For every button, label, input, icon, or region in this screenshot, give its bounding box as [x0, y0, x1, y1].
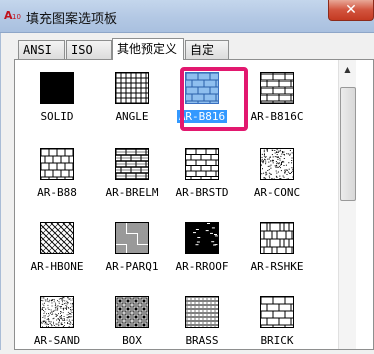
- close-button[interactable]: ✕: [328, 0, 374, 21]
- pattern-swatch: [40, 148, 74, 180]
- pattern-item-ar-rshke[interactable]: AR-RSHKE: [236, 212, 322, 280]
- pattern-item-ar-hbone[interactable]: AR-HBONE: [16, 212, 102, 280]
- pattern-label: BRASS: [161, 334, 243, 347]
- pattern-label-text: ANGLE: [115, 110, 148, 123]
- pattern-swatch: [40, 222, 74, 254]
- pattern-swatch: [185, 222, 219, 254]
- pattern-label: SOLID: [16, 110, 98, 123]
- pattern-label: AR-RSHKE: [236, 260, 318, 273]
- pattern-swatch: [260, 72, 294, 104]
- pattern-label: AR-B88: [16, 186, 98, 199]
- pattern-item-ar-rroof[interactable]: AR-RROOF: [161, 212, 247, 280]
- pattern-label-text: AR-B816: [177, 110, 227, 123]
- pattern-label: AR-BRSTD: [161, 186, 243, 199]
- pattern-label-text: AR-B88: [37, 186, 77, 199]
- pattern-label-text: BRICK: [260, 334, 293, 347]
- pattern-swatch: [260, 222, 294, 254]
- pattern-swatch: [115, 222, 149, 254]
- vertical-scrollbar[interactable]: ▲: [338, 60, 356, 349]
- pattern-swatch: [40, 296, 74, 328]
- pattern-swatch: [115, 72, 149, 104]
- autocad-a10-icon: A 10: [4, 8, 22, 22]
- tab-label: 其他预定义: [117, 42, 177, 56]
- pattern-item-ar-brstd[interactable]: AR-BRSTD: [161, 138, 247, 206]
- pattern-label: AR-CONC: [236, 186, 318, 199]
- pattern-item-brick[interactable]: BRICK: [236, 286, 322, 354]
- pattern-label-text: AR-CONC: [254, 186, 300, 199]
- pattern-swatch: [40, 72, 74, 104]
- pattern-label-text: AR-BRSTD: [176, 186, 229, 199]
- tab-custom[interactable]: 自定义: [185, 40, 229, 59]
- tab-ansi[interactable]: ANSI: [18, 40, 65, 59]
- close-icon: ✕: [345, 3, 357, 17]
- pattern-swatch: [115, 148, 149, 180]
- pattern-label: AR-HBONE: [16, 260, 98, 273]
- pattern-label-text: AR-RSHKE: [251, 260, 304, 273]
- tab-label: ANSI: [23, 43, 52, 57]
- tab-other-predefined[interactable]: 其他预定义: [112, 38, 184, 60]
- pattern-swatch: [260, 148, 294, 180]
- pattern-swatch: [185, 148, 219, 180]
- svg-text:10: 10: [12, 13, 21, 21]
- pattern-swatch: [185, 72, 219, 104]
- pattern-label-text: AR-SAND: [34, 334, 80, 347]
- tab-iso[interactable]: ISO: [66, 40, 112, 59]
- pattern-swatch: [260, 296, 294, 328]
- pattern-label: BRICK: [236, 334, 318, 347]
- pattern-label-text: BOX: [122, 334, 142, 347]
- scroll-thumb[interactable]: [340, 87, 356, 201]
- pattern-item-solid[interactable]: SOLID: [16, 62, 102, 130]
- pattern-item-ar-b816[interactable]: AR-B816: [161, 62, 247, 130]
- title-bar: A 10 填充图案选项板 ✕: [0, 0, 374, 33]
- scroll-up-arrow-icon[interactable]: ▲: [340, 61, 355, 77]
- pattern-swatch: [115, 296, 149, 328]
- window-title: 填充图案选项板: [26, 8, 117, 27]
- pattern-label-text: AR-PARQ1: [106, 260, 159, 273]
- pattern-label: AR-RROOF: [161, 260, 243, 273]
- pattern-item-ar-b88[interactable]: AR-B88: [16, 138, 102, 206]
- pattern-item-ar-conc[interactable]: AR-CONC: [236, 138, 322, 206]
- pattern-label-text: AR-BRELM: [106, 186, 159, 199]
- pattern-item-brass[interactable]: BRASS: [161, 286, 247, 354]
- pattern-label: AR-SAND: [16, 334, 98, 347]
- pattern-label-text: AR-HBONE: [31, 260, 84, 273]
- pattern-label-text: BRASS: [185, 334, 218, 347]
- pattern-label: AR-B816C: [236, 110, 318, 123]
- pattern-swatch: [185, 296, 219, 328]
- pattern-label-text: AR-B816C: [251, 110, 304, 123]
- pattern-label-text: AR-RROOF: [176, 260, 229, 273]
- tab-label: ISO: [71, 43, 93, 57]
- pattern-item-ar-sand[interactable]: AR-SAND: [16, 286, 102, 354]
- pattern-label-text: SOLID: [40, 110, 73, 123]
- pattern-label: AR-B816: [161, 110, 243, 123]
- pattern-item-ar-b816c[interactable]: AR-B816C: [236, 62, 322, 130]
